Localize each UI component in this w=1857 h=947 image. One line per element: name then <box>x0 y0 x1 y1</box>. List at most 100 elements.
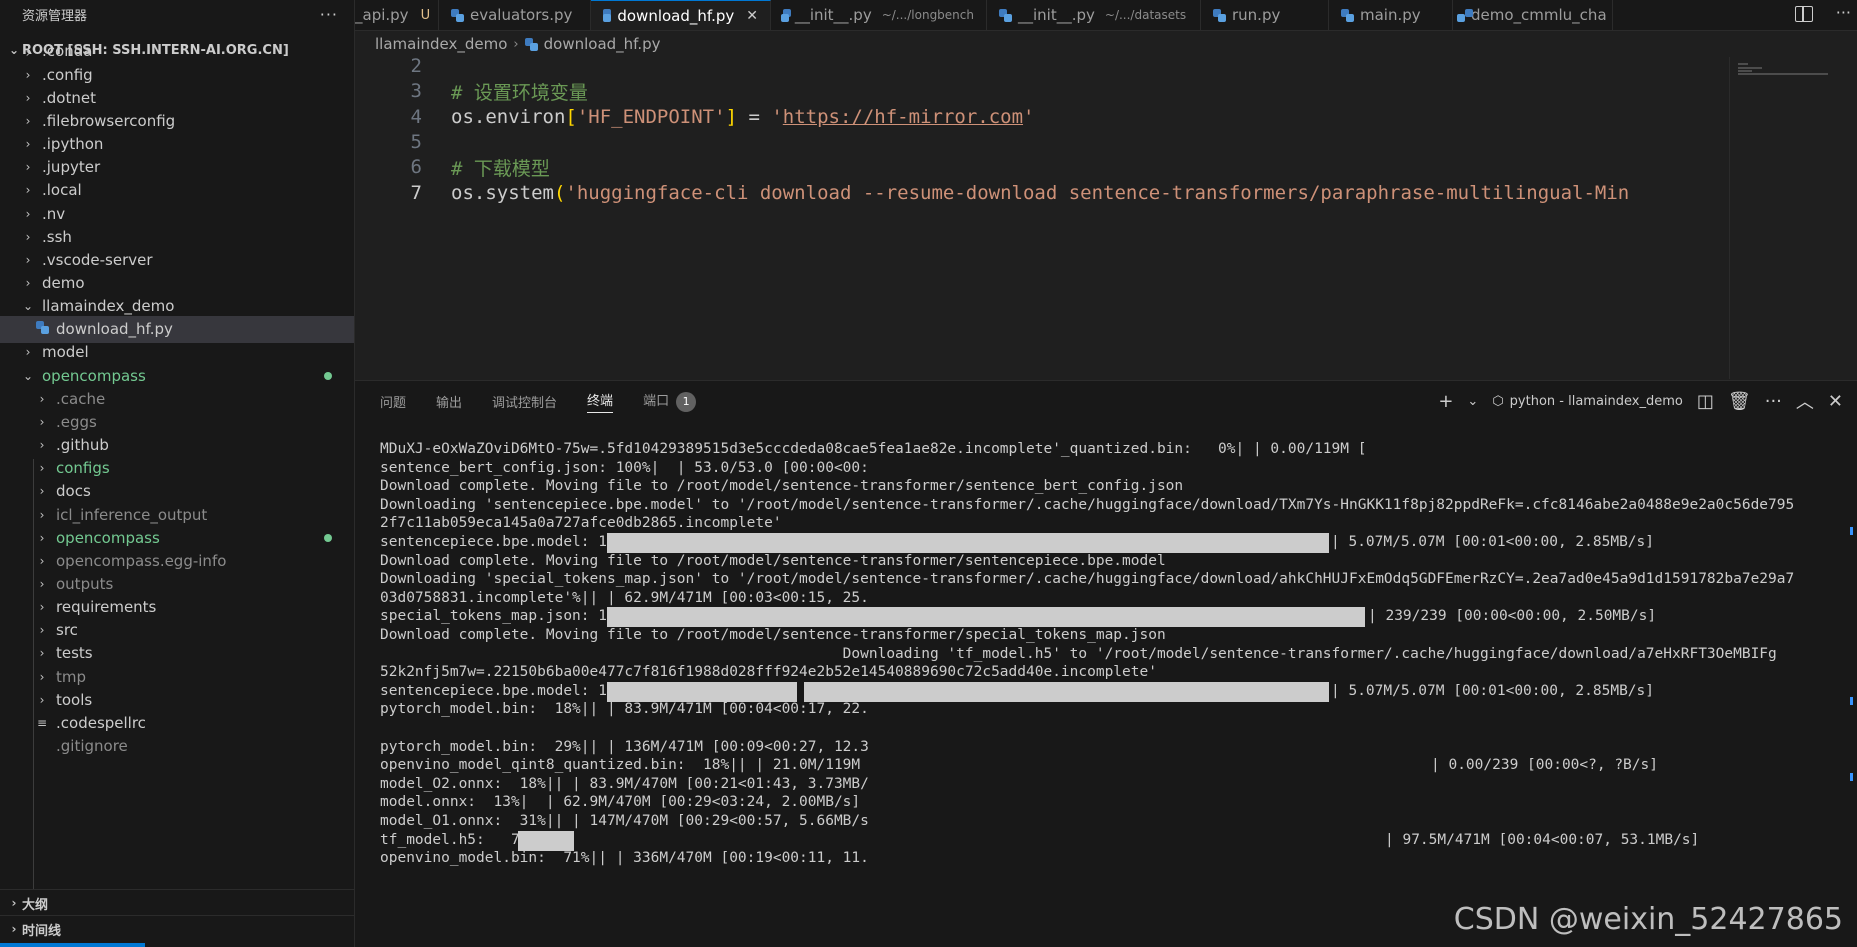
tab-terminal[interactable]: 终端 <box>587 390 614 413</box>
tree-item-label: tools <box>56 690 93 709</box>
tree-item-label: .config <box>42 65 93 84</box>
more-actions-icon[interactable]: ··· <box>1765 391 1782 412</box>
tab-label: _api.py <box>355 6 409 24</box>
chevron-right-icon: › <box>25 46 31 60</box>
terminal-output[interactable]: MDuXJ-eOxWaZOviD6MtO-75w=.5fd10429389515… <box>380 439 1839 947</box>
close-icon[interactable]: ✕ <box>746 8 758 24</box>
code-text: os.system('huggingface-cli download --re… <box>451 182 1629 204</box>
tab-path: ~/.../datasets <box>1104 8 1187 22</box>
chevron-right-icon: › <box>39 438 45 453</box>
tree-item-label: .gitignore <box>56 737 128 755</box>
chevron-right-icon: › <box>25 137 31 152</box>
code-string: ' <box>771 106 783 128</box>
split-editor-icon[interactable] <box>1795 6 1813 22</box>
tab--init-py[interactable]: __init__.py ~/.../datasets <box>987 0 1201 30</box>
tree-item-label: download_hf.py <box>56 320 173 339</box>
tree-item-label: .codespellrc <box>56 713 146 732</box>
minimap[interactable] <box>1729 57 1842 379</box>
minimap-line <box>1738 67 1762 69</box>
tree-item-label: .vscode-server <box>42 250 153 269</box>
timeline-section[interactable]: › 时间线 <box>0 915 354 942</box>
scrollbar-marker <box>1850 697 1853 705</box>
tab-demo-cmmlu-cha[interactable]: demo_cmmlu_cha <box>1453 0 1613 30</box>
tree-item-label: .local <box>42 181 82 200</box>
line-number: 4 <box>410 106 422 128</box>
git-status-dot <box>324 533 332 542</box>
chevron-down-icon: ⌄ <box>22 299 34 314</box>
outline-section[interactable]: › 大纲 <box>0 889 354 916</box>
tab-label: run.py <box>1232 6 1281 24</box>
chevron-right-icon: › <box>39 461 45 476</box>
tree-item-label: opencompass <box>56 528 160 547</box>
new-terminal-icon[interactable]: + <box>1438 391 1453 412</box>
explorer-sidebar: 资源管理器 ··· ⌄ ROOT [SSH: SSH.INTERN-AI.ORG… <box>0 0 355 947</box>
spacer <box>34 321 50 337</box>
close-panel-icon[interactable]: ✕ <box>1828 391 1843 412</box>
chevron-right-icon: › <box>39 391 45 406</box>
terminal-shell-label: python - llamaindex_demo <box>1509 393 1683 409</box>
code-identifier: os.environ <box>451 106 566 128</box>
code-bracket: ] <box>725 106 738 128</box>
panel-actions: + ⌄ ⬡ python - llamaindex_demo ◫ 🗑 ··· ︿… <box>1438 381 1843 421</box>
code-comment: # 下载模型 <box>451 157 550 180</box>
tab--init-py[interactable]: __init__.py ~/.../longbench <box>771 0 987 30</box>
tree-item-label: .filebrowserconfig <box>42 111 176 130</box>
line-number: 5 <box>410 131 422 153</box>
breadcrumb-file[interactable]: download_hf.py <box>544 35 661 53</box>
trash-icon[interactable]: 🗑 <box>1728 391 1751 412</box>
python-file-icon <box>451 8 464 22</box>
tab-ports-label: 端口 <box>643 394 670 410</box>
tab-path: ~/.../longbench <box>881 8 974 22</box>
code-editor[interactable]: 2 3 # 设置环境变量 4 os.environ['HF_ENDPOINT']… <box>355 57 1728 379</box>
chevron-down-icon: ⌄ <box>22 368 34 383</box>
line-number: 6 <box>410 156 422 178</box>
chevron-right-icon: › <box>39 646 45 661</box>
tab-output[interactable]: 输出 <box>436 392 462 411</box>
tree-item-label: icl_inference_output <box>56 505 208 524</box>
breadcrumb-folder[interactable]: llamaindex_demo <box>375 35 507 53</box>
chevron-right-icon: › <box>25 183 31 198</box>
tab-modified-badge: U <box>420 7 431 23</box>
tree-item-label: llamaindex_demo <box>42 297 175 316</box>
chevron-right-icon: › <box>39 484 45 499</box>
tab-main-py[interactable]: main.py <box>1329 0 1453 30</box>
tab-label: __init__.py <box>794 6 872 24</box>
split-terminal-icon[interactable]: ◫ <box>1697 391 1714 412</box>
tabs-more-icon[interactable]: ··· <box>1835 3 1851 22</box>
tree-item[interactable]: .gitignore <box>0 733 354 760</box>
code-line-current: 7 os.system('huggingface-cli download --… <box>355 178 1630 208</box>
explorer-header: 资源管理器 ··· <box>0 0 354 28</box>
chevron-right-icon: › <box>25 206 31 221</box>
tab-debug-console[interactable]: 调试控制台 <box>492 392 557 411</box>
terminal-shell-selector[interactable]: ⬡ python - llamaindex_demo <box>1492 394 1683 409</box>
code-url-link[interactable]: https://hf-mirror.com <box>783 106 1023 128</box>
progress-bar-fill <box>607 607 1365 628</box>
tree-item-label: docs <box>56 482 91 501</box>
terminal-scrollbar[interactable] <box>1847 439 1857 934</box>
timeline-label: 时间线 <box>22 923 62 939</box>
line-number: 2 <box>410 57 422 77</box>
chevron-down-icon[interactable]: ⌄ <box>1467 394 1478 409</box>
tree-item-label: opencompass <box>42 366 146 385</box>
tab-label: download_hf.py <box>617 6 735 25</box>
editor-tabs: _api.py Uevaluators.py download_hf.py ✕ __in… <box>355 0 1857 31</box>
tab-problems[interactable]: 问题 <box>380 392 406 411</box>
tab-label: demo_cmmlu_cha <box>1471 6 1607 24</box>
tab-download-hf-py[interactable]: download_hf.py ✕ <box>591 0 771 30</box>
tree-item[interactable]: › .conda <box>0 46 354 60</box>
tree-item-label: configs <box>56 459 110 478</box>
maximize-panel-icon[interactable]: ︿ <box>1796 388 1814 414</box>
editor-scrollbar[interactable] <box>1841 57 1857 379</box>
tab--api-py[interactable]: _api.py U <box>355 0 439 30</box>
tab-run-py[interactable]: run.py <box>1201 0 1329 30</box>
chevron-right-icon: › <box>25 229 31 244</box>
tab-evaluators-py[interactable]: evaluators.py <box>439 0 591 30</box>
chevron-right-icon: › <box>39 669 45 684</box>
line-number: 7 <box>410 182 422 204</box>
tree-item-label: .ssh <box>42 227 72 246</box>
tree-item-label: .ipython <box>42 135 104 154</box>
python-file-icon <box>524 37 538 51</box>
tab-ports[interactable]: 端口 1 <box>643 390 697 412</box>
explorer-more-icon[interactable]: ··· <box>320 5 338 24</box>
code-identifier: os.system <box>451 182 554 204</box>
